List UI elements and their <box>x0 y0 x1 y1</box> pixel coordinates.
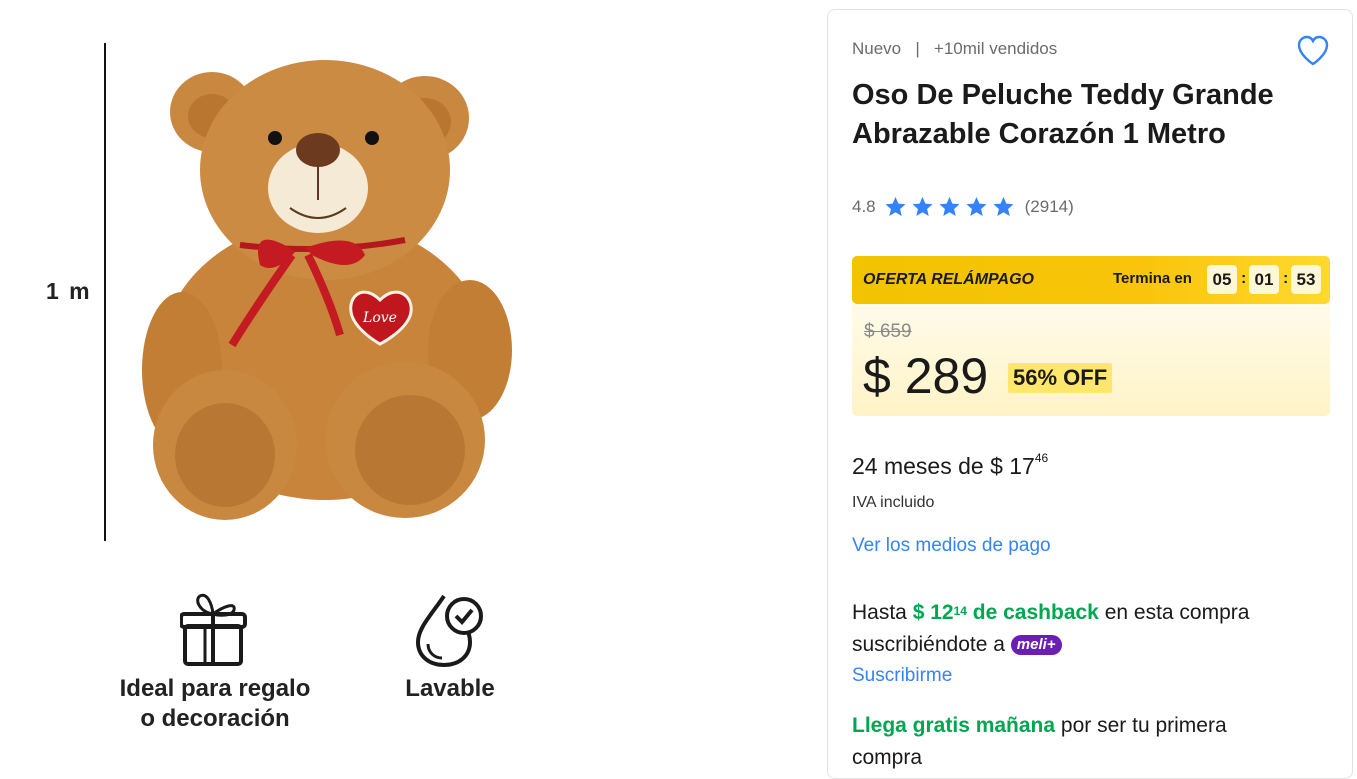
condition-label: Nuevo <box>852 39 902 58</box>
current-price: $ 289 <box>863 348 989 404</box>
tax-note: IVA incluido <box>852 494 935 511</box>
installments-text: 24 meses de $ 17 <box>852 453 1035 479</box>
heart-patch-text: Love <box>362 310 397 326</box>
cashback-cents: 14 <box>953 604 967 618</box>
teddy-bear-image[interactable]: Love <box>140 50 520 530</box>
rating-summary[interactable]: 4.8 (2914) <box>852 195 1074 219</box>
water-drop-check-icon <box>415 594 483 668</box>
rating-score: 4.8 <box>852 197 876 216</box>
timer-hours: 05 <box>1207 265 1237 294</box>
feature-gift-label-2: o decoración <box>140 705 290 732</box>
payment-methods-link[interactable]: Ver los medios de pago <box>852 535 1051 557</box>
flash-sale-ends-label: Termina en <box>1113 270 1192 287</box>
product-subtitle: Nuevo | +10mil vendidos <box>852 39 1057 59</box>
star-icon <box>885 197 906 216</box>
meli-plus-logo: meli+ <box>1010 635 1062 656</box>
timer-seconds: 53 <box>1291 265 1321 294</box>
cashback-amount: $ 1214 de cashback <box>913 601 1099 624</box>
feature-washable: Lavable <box>370 592 530 704</box>
gift-icon <box>180 593 247 666</box>
flash-sale-label: OFERTA RELÁMPAGO <box>863 271 1034 288</box>
feature-gift-label-1: Ideal para regalo <box>119 675 311 702</box>
subtitle-divider: | <box>905 39 930 58</box>
star-icon <box>939 197 960 216</box>
installments-cents: 46 <box>1034 451 1049 465</box>
timer-minutes: 01 <box>1249 265 1279 294</box>
star-icon <box>912 197 933 216</box>
timer-separator: : <box>1283 270 1289 287</box>
product-gallery: 1 m Love Ideal para regalo o decoración … <box>0 0 780 769</box>
timer-separator: : <box>1241 270 1247 287</box>
cashback-amount-value: $ 12 <box>912 601 954 624</box>
star-icon <box>993 197 1014 216</box>
product-title: Oso De Peluche Teddy Grande Abrazable Co… <box>852 79 1274 150</box>
cashback-amount-suffix: de cashback <box>972 601 1099 624</box>
sold-count: +10mil vendidos <box>933 39 1058 58</box>
buy-box-panel: Nuevo | +10mil vendidos Oso De Peluche T… <box>827 9 1353 779</box>
shipping-info: Llega gratis mañana por ser tu primera c… <box>852 710 1232 774</box>
height-measure-line <box>104 43 106 541</box>
shipping-highlight: Llega gratis mañana <box>852 714 1056 737</box>
feature-gift: Ideal para regalo o decoración <box>100 592 330 734</box>
original-price: $ 659 <box>864 321 912 342</box>
installments-info: 24 meses de $ 1746 <box>852 451 1049 480</box>
star-icon <box>966 197 987 216</box>
cashback-info: Hasta $ 1214 de cashback en esta compra … <box>852 597 1322 661</box>
price-box: $ 659 $ 289 56% OFF <box>852 304 1330 416</box>
rating-stars <box>882 195 1017 219</box>
subscribe-link[interactable]: Suscribirme <box>852 665 952 687</box>
feature-washable-label: Lavable <box>405 675 495 702</box>
cashback-prefix: Hasta <box>852 601 907 624</box>
discount-badge: 56% OFF <box>1008 363 1113 393</box>
favorite-heart-icon[interactable] <box>1296 34 1330 68</box>
review-count: (2914) <box>1024 197 1074 216</box>
flash-sale-banner: OFERTA RELÁMPAGO Termina en 05 : 01 : 53 <box>852 256 1330 304</box>
height-measure-label: 1 m <box>46 278 92 304</box>
